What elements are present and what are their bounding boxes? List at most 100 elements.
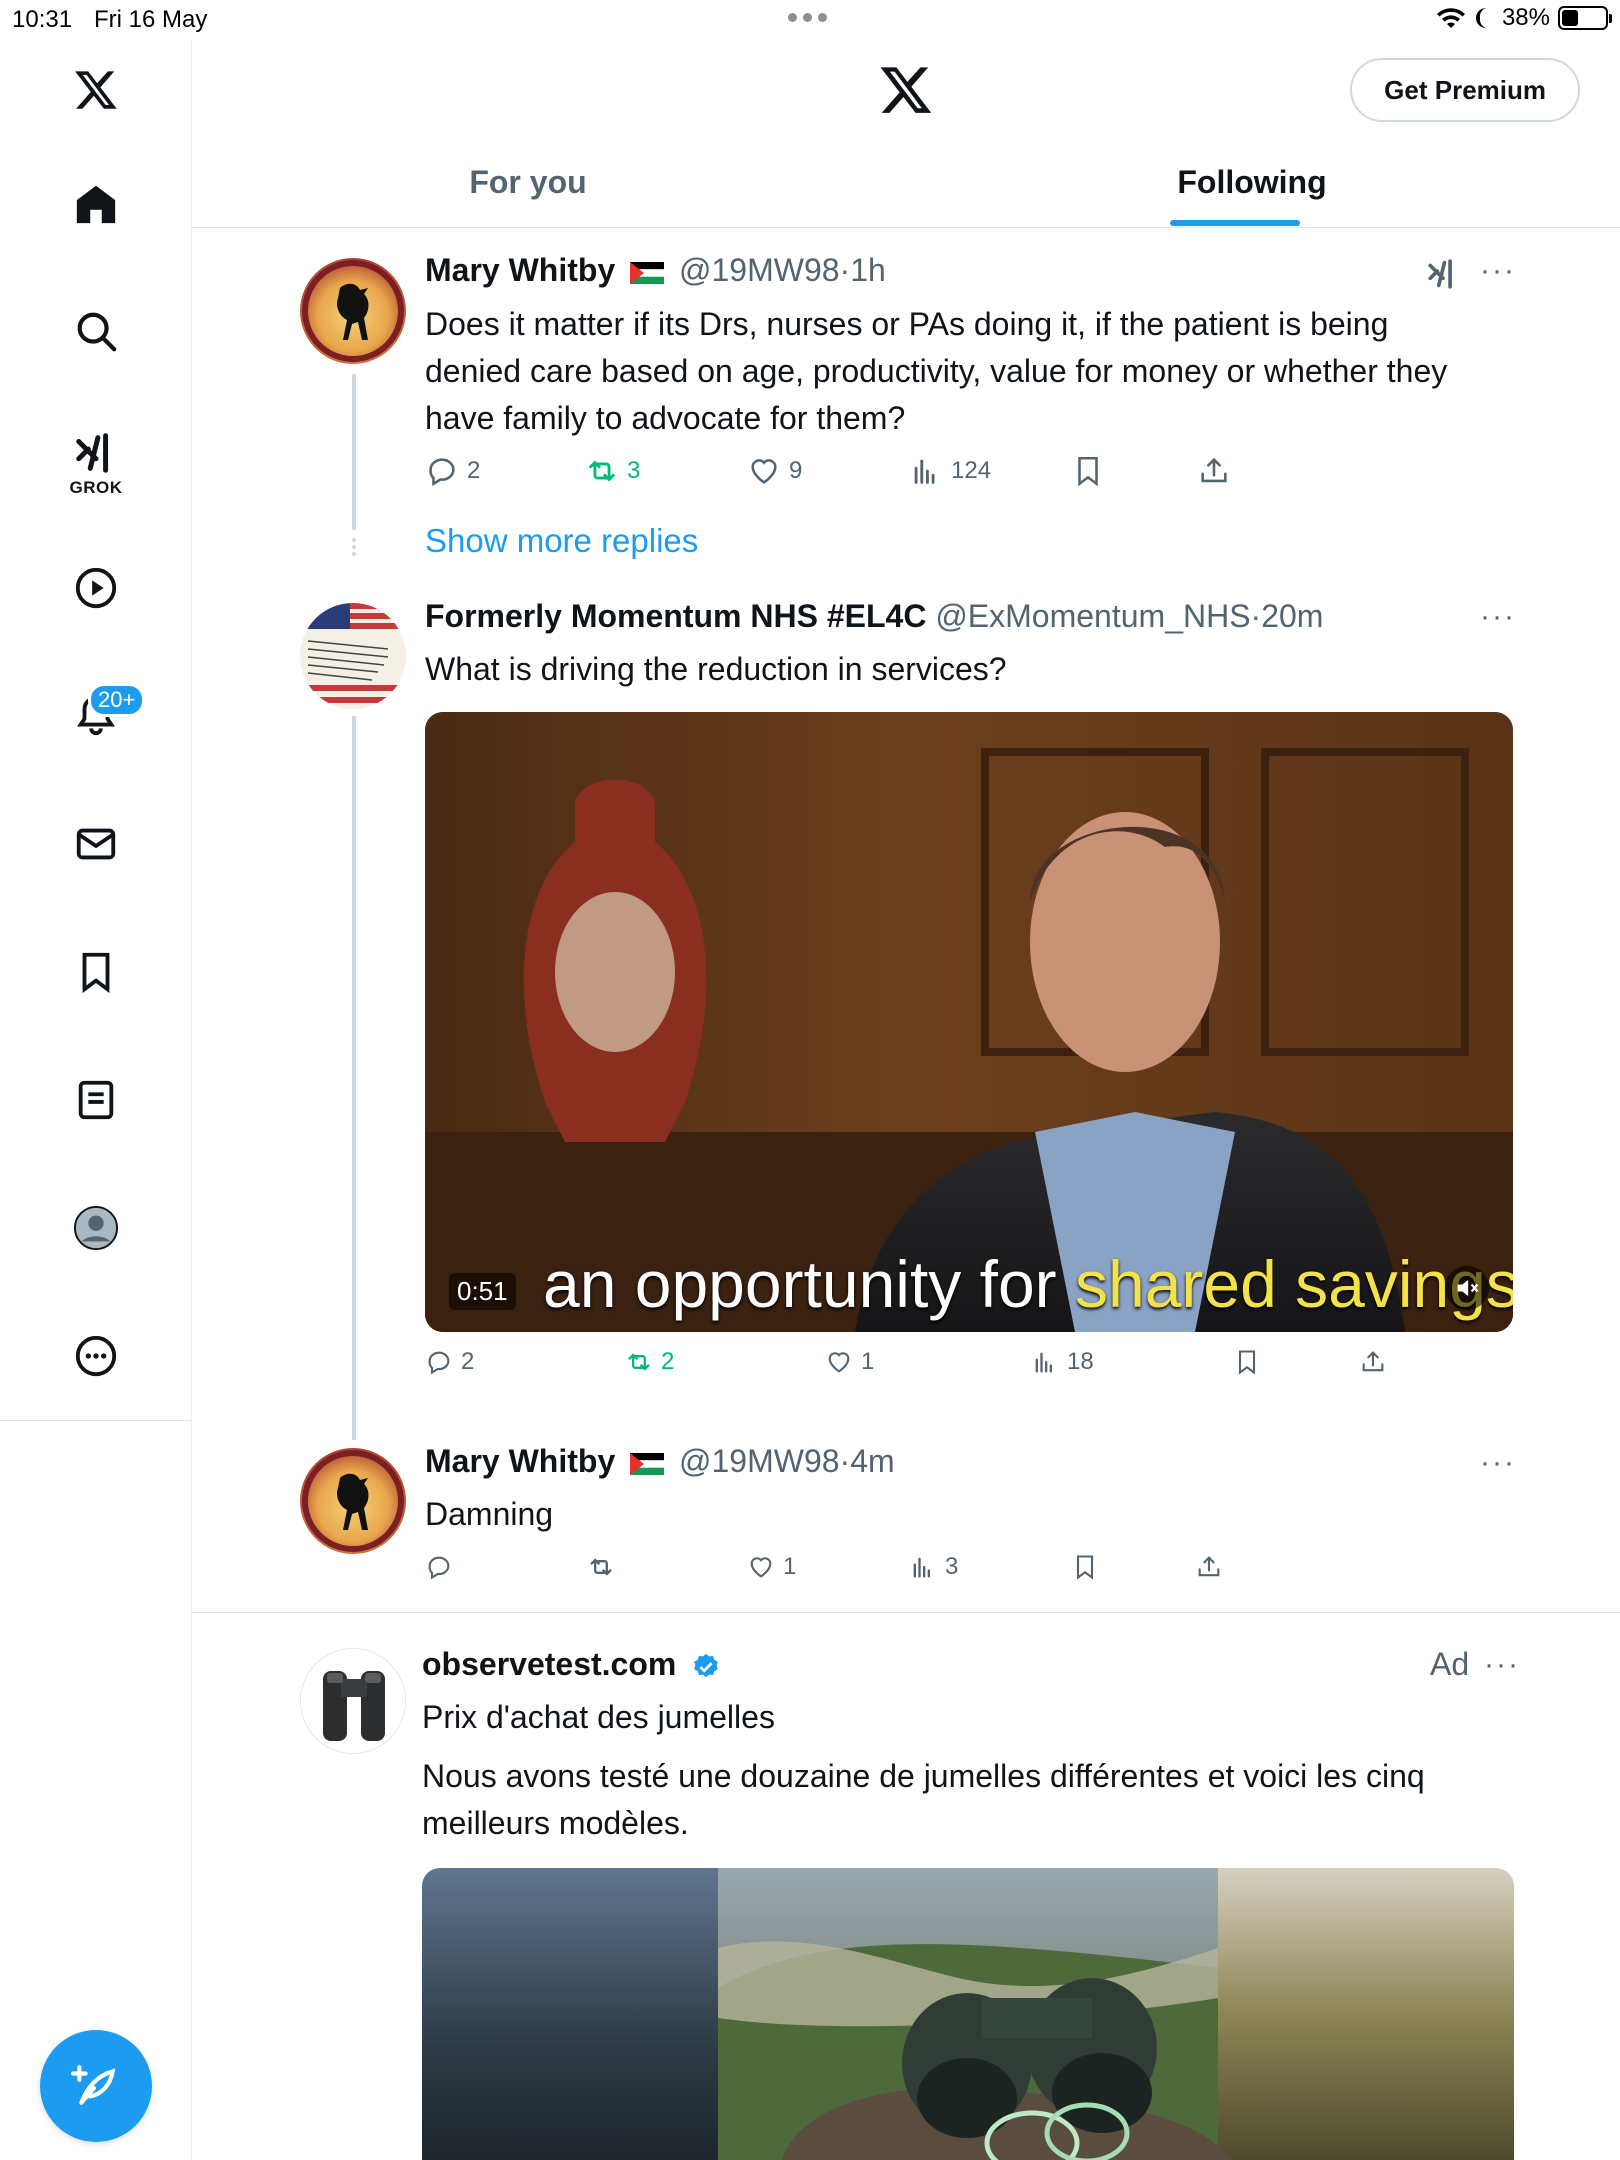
nav-profile[interactable]	[56, 1188, 136, 1268]
notifications-badge: 20+	[88, 683, 146, 717]
reply-button[interactable]: 2	[425, 1348, 474, 1376]
post-time[interactable]: 20m	[1261, 598, 1323, 634]
post-time[interactable]: 4m	[850, 1443, 894, 1479]
x-logo-home-link[interactable]	[56, 50, 136, 130]
author-handle[interactable]: @19MW98	[679, 252, 840, 288]
grok-icon	[76, 433, 109, 473]
nav-search[interactable]	[56, 291, 136, 371]
author-name[interactable]: Mary Whitby	[425, 1443, 615, 1479]
repost-count: 2	[661, 1348, 675, 1375]
nav-more[interactable]	[56, 1316, 136, 1396]
more-options-icon[interactable]: ···	[1480, 600, 1516, 634]
reply-count: 2	[461, 1348, 475, 1375]
reply-count: 2	[467, 457, 481, 484]
x-logo-icon	[75, 71, 117, 109]
more-options-icon[interactable]: ···	[1480, 1446, 1516, 1480]
tab-following[interactable]: Following	[1152, 144, 1352, 228]
repost-icon	[589, 460, 615, 482]
share-button[interactable]	[1197, 454, 1231, 488]
post-divider	[192, 1612, 1620, 1613]
play-icon	[75, 567, 117, 609]
like-button[interactable]: 1	[747, 1553, 796, 1581]
like-count: 1	[861, 1348, 875, 1375]
share-button[interactable]	[1195, 1553, 1223, 1581]
views-count: 3	[945, 1553, 959, 1580]
show-more-replies-link[interactable]: Show more replies	[425, 522, 698, 560]
liver-bird-avatar-image	[300, 258, 406, 364]
author-name[interactable]: Mary Whitby	[425, 252, 615, 288]
profile-avatar-icon	[73, 1205, 119, 1251]
post-time[interactable]: 1h	[850, 252, 886, 288]
reply-icon	[428, 1351, 450, 1375]
palestine-flag-icon	[630, 261, 665, 284]
get-premium-button[interactable]: Get Premium	[1350, 58, 1580, 122]
post-text: Does it matter if its Drs, nurses or PAs…	[425, 306, 1448, 436]
liver-bird-avatar-image	[300, 1448, 406, 1554]
author-handle[interactable]: @ExMomentum_NHS	[935, 598, 1250, 634]
share-button[interactable]	[1359, 1348, 1387, 1376]
tab-selected-indicator	[1170, 220, 1300, 226]
tab-for-you[interactable]: For you	[418, 144, 638, 228]
video-player[interactable]: 0:51 an opportunity for shared savings	[425, 712, 1513, 1332]
video-caption: an opportunity for shared savings	[543, 1246, 1513, 1322]
avatar[interactable]	[300, 258, 406, 364]
caption-text: an opportunity for	[543, 1247, 1075, 1321]
post-text: What is driving the reduction in service…	[425, 651, 1007, 687]
views-button[interactable]: 124	[909, 454, 991, 488]
grok-label: GROK	[69, 478, 123, 497]
views-button[interactable]: 3	[909, 1553, 958, 1581]
views-chart-icon	[914, 459, 935, 484]
more-options-icon[interactable]: ···	[1480, 254, 1516, 288]
reply-button[interactable]	[425, 1553, 461, 1581]
avatar[interactable]	[300, 1448, 406, 1554]
sidebar-separator	[0, 1420, 192, 1421]
ad-text: Nous avons testé une douzaine de jumelle…	[422, 1758, 1425, 1841]
author-name[interactable]: Formerly Momentum NHS #EL4C	[425, 598, 926, 634]
multitasking-dots-icon[interactable]	[788, 13, 827, 22]
nav-bookmarks[interactable]	[56, 932, 136, 1012]
mute-button[interactable]	[1445, 1266, 1489, 1310]
like-count: 1	[783, 1553, 797, 1580]
views-count: 124	[951, 457, 992, 484]
like-button[interactable]: 9	[747, 454, 802, 488]
video-frame-image	[425, 712, 1513, 1332]
repost-count: 3	[627, 457, 641, 484]
author-handle[interactable]: @19MW98	[679, 1443, 840, 1479]
avatar[interactable]	[300, 603, 406, 709]
ad-image[interactable]	[422, 1868, 1514, 2160]
share-icon	[1198, 1556, 1220, 1577]
nav-grok[interactable]: GROK	[56, 424, 136, 504]
grok-icon[interactable]	[1426, 256, 1460, 292]
share-icon	[1362, 1351, 1384, 1372]
bookmark-button[interactable]	[1071, 1553, 1099, 1581]
repost-button[interactable]: 2	[625, 1348, 674, 1376]
bookmark-button[interactable]	[1233, 1348, 1261, 1376]
repost-button[interactable]	[587, 1553, 623, 1581]
nav-messages[interactable]	[56, 804, 136, 884]
speaker-muted-icon	[1457, 1279, 1479, 1297]
nav-home[interactable]	[56, 164, 136, 244]
share-icon	[1201, 457, 1227, 483]
x-logo-icon	[880, 67, 932, 113]
ad-label: Ad	[1430, 1646, 1470, 1682]
bookmark-icon	[1238, 1350, 1256, 1375]
nav-video[interactable]	[56, 548, 136, 628]
more-options-icon[interactable]: ···	[1484, 1648, 1520, 1682]
advertiser-name[interactable]: observetest.com	[422, 1646, 676, 1682]
bookmark-button[interactable]	[1071, 454, 1105, 488]
avatar[interactable]	[300, 1648, 406, 1754]
compose-post-button[interactable]	[40, 2030, 152, 2142]
bookmark-icon	[1078, 456, 1098, 487]
repost-button[interactable]: 3	[585, 454, 640, 488]
repost-icon	[590, 1558, 612, 1576]
time-separator: ·	[839, 252, 851, 288]
nav-lists[interactable]	[56, 1060, 136, 1140]
list-icon	[78, 1080, 114, 1120]
moon-icon	[1475, 8, 1486, 28]
mail-icon	[76, 828, 116, 860]
views-button[interactable]: 18	[1031, 1348, 1094, 1376]
palestine-flag-icon	[630, 1452, 665, 1475]
like-button[interactable]: 1	[825, 1348, 874, 1376]
reply-button[interactable]: 2	[425, 454, 480, 488]
repost-icon	[628, 1353, 650, 1371]
